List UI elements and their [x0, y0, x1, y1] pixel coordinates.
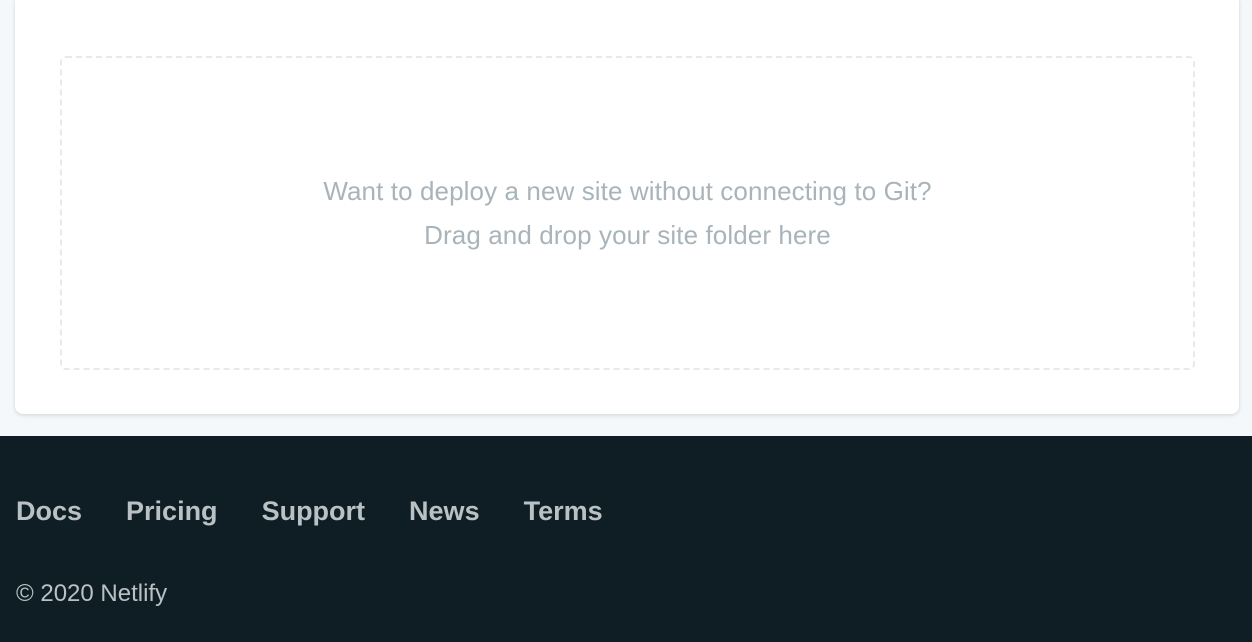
copyright-text: © 2020 Netlify [16, 580, 168, 607]
dropzone-prompt: Want to deploy a new site without connec… [323, 176, 932, 206]
dropzone-instruction: Drag and drop your site folder here [424, 220, 831, 250]
footer-link-news[interactable]: News [409, 496, 480, 527]
footer-link-pricing[interactable]: Pricing [126, 496, 218, 527]
footer-nav: Docs Pricing Support News Terms [16, 496, 647, 527]
site-dropzone[interactable]: Want to deploy a new site without connec… [60, 56, 1195, 370]
footer-link-terms[interactable]: Terms [524, 496, 603, 527]
footer [0, 436, 1252, 642]
footer-link-docs[interactable]: Docs [16, 496, 82, 527]
deploy-card: Want to deploy a new site without connec… [15, 0, 1239, 414]
footer-link-support[interactable]: Support [262, 496, 365, 527]
